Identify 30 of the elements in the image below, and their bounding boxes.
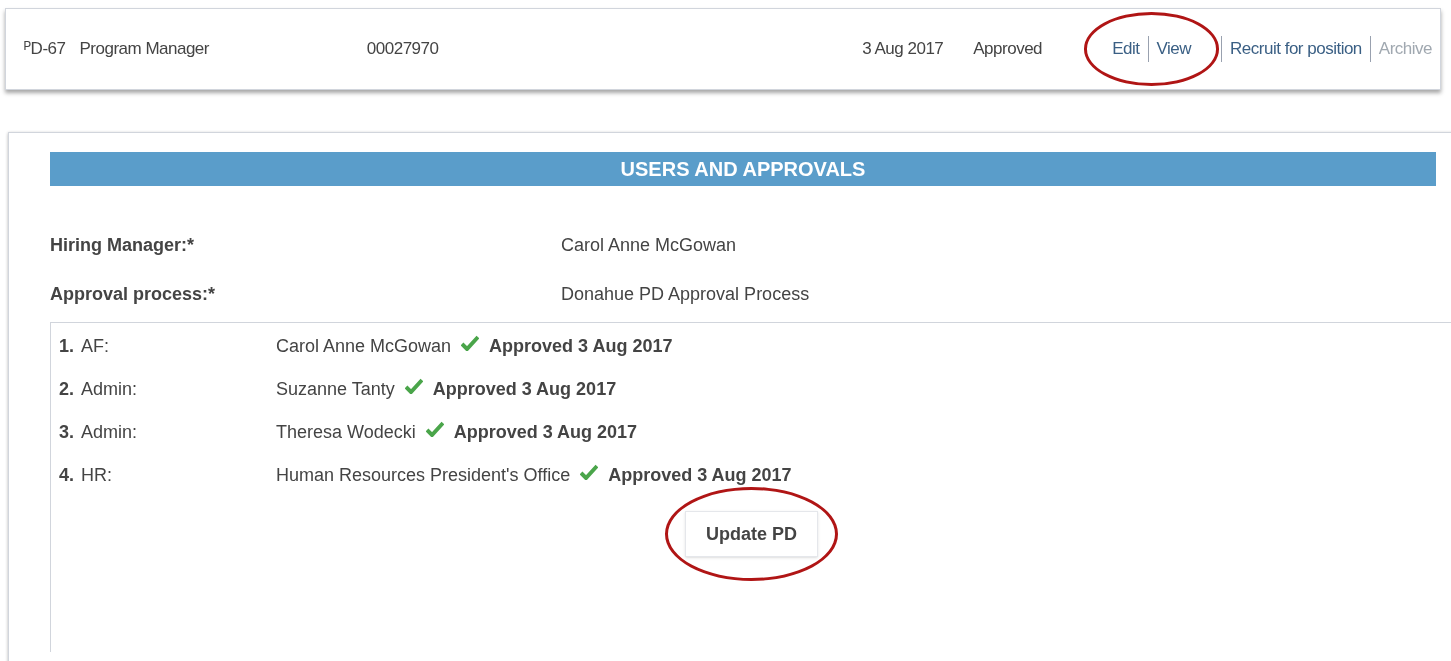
- field-label: Hiring Manager:*: [50, 234, 196, 257]
- step-number: 2.: [59, 378, 75, 401]
- position-status: Approved: [973, 38, 1044, 61]
- position-id: ᴾD-67: [24, 38, 67, 61]
- approver-name: Human Resources President's Office: [276, 464, 571, 487]
- approval-status: Approved 3 Aug 2017: [489, 335, 673, 358]
- section-header: USERS AND APPROVALS: [50, 152, 1436, 186]
- approval-status: Approved 3 Aug 2017: [432, 378, 617, 401]
- approval-status: Approved 3 Aug 2017: [608, 464, 792, 487]
- step-number: 4.: [59, 464, 75, 487]
- approval-status: Approved 3 Aug 2017: [453, 421, 638, 444]
- action-link[interactable]: Edit: [1104, 36, 1148, 62]
- action-link[interactable]: View: [1147, 36, 1200, 62]
- step-number: 1.: [59, 335, 75, 358]
- step-role: HR:: [81, 464, 113, 487]
- update-pd-button[interactable]: Update PD: [685, 511, 818, 557]
- field-value: Donahue PD Approval Process: [561, 283, 810, 306]
- position-number: 00027970: [366, 38, 440, 61]
- step-number: 3.: [59, 421, 75, 444]
- step-role: Admin:: [81, 421, 139, 444]
- position-date: 3 Aug 2017: [862, 38, 945, 61]
- field-value: Carol Anne McGowan: [561, 234, 737, 257]
- action-link[interactable]: Recruit for position: [1221, 36, 1370, 62]
- field-label: Approval process:*: [50, 283, 217, 306]
- approver-name: Theresa Wodecki: [276, 421, 416, 444]
- step-role: Admin:: [81, 378, 139, 401]
- position-title: Program Manager: [79, 38, 210, 61]
- approver-name: Carol Anne McGowan: [276, 335, 452, 358]
- approver-name: Suzanne Tanty: [276, 378, 395, 401]
- step-role: AF:: [81, 335, 110, 358]
